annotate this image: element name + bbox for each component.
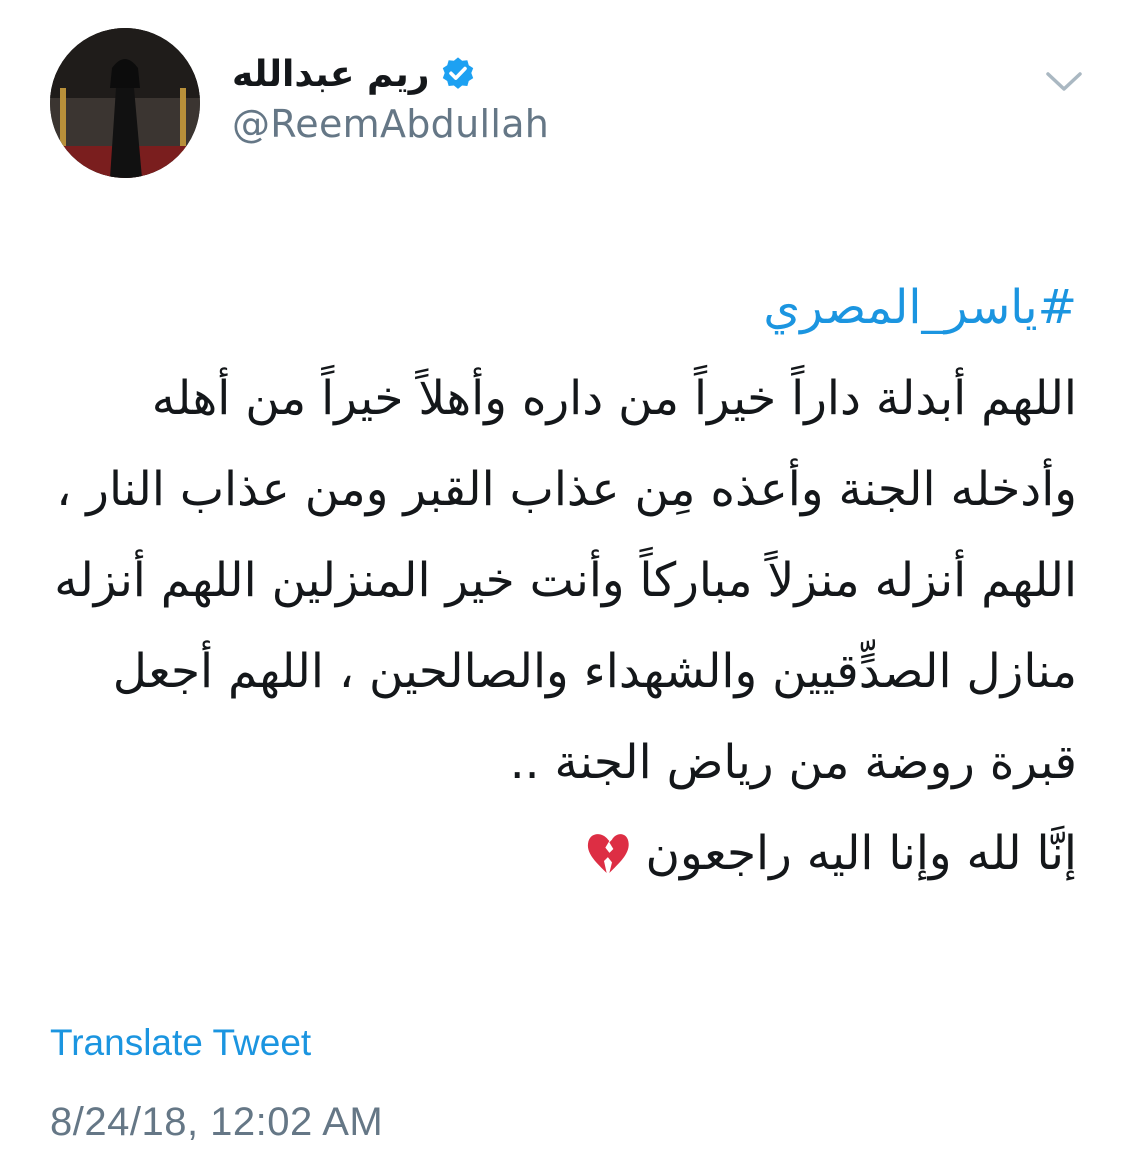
profile-photo-image <box>50 28 200 178</box>
display-name[interactable]: ريم عبدالله <box>232 54 429 95</box>
tweet-closing-line: إنَّا لله وإنا اليه راجعون <box>40 808 1077 899</box>
tweet-closing-text: إنَّا لله وإنا اليه راجعون <box>645 826 1078 881</box>
translate-tweet-link[interactable]: Translate Tweet <box>50 1022 311 1064</box>
tweet-paragraph: اللهم أبدلة داراً خيراً من داره وأهلاً خ… <box>54 371 1077 790</box>
tweet-timestamp[interactable]: 8/24/18, 12:02 AM <box>50 1100 383 1145</box>
hashtag-link[interactable]: #ياسر_المصري <box>763 280 1077 335</box>
author-name-row[interactable]: ريم عبدالله <box>232 48 477 100</box>
user-handle[interactable]: @ReemAbdullah <box>232 102 549 146</box>
tweet-text: #ياسر_المصري اللهم أبدلة داراً خيراً من … <box>40 262 1077 899</box>
chevron-down-icon[interactable] <box>1042 66 1086 96</box>
avatar[interactable] <box>50 28 200 178</box>
verified-badge-icon <box>439 55 477 93</box>
broken-heart-icon <box>584 816 632 873</box>
tweet-detail: ريم عبدالله @ReemAbdullah #ياسر_المصري ا… <box>0 0 1125 1172</box>
